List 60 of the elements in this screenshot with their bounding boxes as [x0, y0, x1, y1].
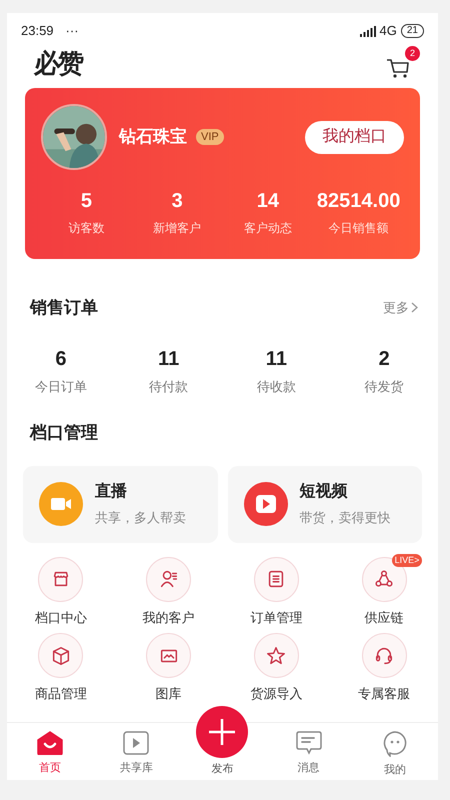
more-link[interactable]: 更多	[383, 298, 418, 318]
menu-item[interactable]: 商品管理	[7, 633, 115, 704]
order-label: 待收款	[256, 378, 296, 396]
play-icon	[123, 731, 150, 755]
cart-badge: 2	[405, 46, 420, 61]
video-camera-icon	[39, 482, 83, 526]
publish-tab[interactable]: 发布	[196, 706, 248, 781]
status-dots: ···	[66, 22, 79, 40]
stat-value: 3	[172, 189, 183, 214]
play-icon	[244, 482, 288, 526]
star-icon	[265, 644, 288, 666]
order-count: 11	[158, 346, 180, 370]
chat-bubble-icon	[382, 731, 407, 757]
menu-item[interactable]: 档口中心	[7, 556, 115, 627]
stat-label: 新增客户	[153, 220, 202, 237]
app-logo: 必赞	[34, 46, 82, 80]
menu-item[interactable]: LIVE> 供应链	[330, 556, 438, 627]
card-title: 短视频	[300, 481, 348, 502]
my-stall-button[interactable]: 我的档口	[305, 120, 404, 154]
message-icon	[296, 731, 322, 755]
section-title: 销售订单	[30, 297, 98, 319]
plus-icon	[196, 706, 248, 758]
feature-card[interactable]: 短视频 带货，卖得更快	[228, 466, 422, 542]
battery-indicator: 21	[400, 24, 424, 38]
order-label: 待付款	[149, 378, 188, 396]
menu-item[interactable]: 专属客服	[330, 633, 438, 704]
tab-item[interactable]: 首页	[7, 723, 94, 781]
status-time: 23:59	[21, 22, 54, 40]
store-name: 钻石珠宝	[119, 126, 187, 148]
stat-label: 今日销售额	[328, 220, 389, 237]
vip-badge: VIP	[196, 129, 224, 145]
stat-label: 访客数	[68, 220, 104, 237]
menu-item[interactable]: 订单管理	[222, 556, 330, 627]
order-count: 6	[55, 346, 66, 370]
menu-item[interactable]: 图库	[114, 633, 222, 704]
stat-value: 14	[256, 189, 279, 214]
order-count: 2	[378, 346, 390, 370]
menu-item[interactable]: 我的客户	[114, 556, 222, 627]
stat-value: 82514.00	[316, 189, 400, 214]
order-label: 今日订单	[34, 378, 87, 396]
cart-icon	[386, 56, 410, 78]
live-badge: LIVE>	[392, 554, 422, 566]
network-label: 4G	[380, 22, 397, 40]
order-count: 11	[266, 346, 287, 370]
card-title: 直播	[95, 482, 128, 502]
tab-item[interactable]: 消息	[266, 723, 352, 781]
tab-item[interactable]: 我的	[352, 723, 438, 781]
signal-icon	[360, 26, 376, 36]
feature-card[interactable]: 直播 共享，多人帮卖	[23, 466, 218, 542]
home-icon	[37, 731, 64, 755]
order-label: 待发货	[364, 378, 404, 396]
stat-label: 客户动态	[244, 220, 292, 237]
card-subtitle: 共享，多人帮卖	[95, 509, 186, 528]
card-subtitle: 带货，卖得更快	[300, 509, 390, 528]
tab-item[interactable]: 共享库	[93, 723, 180, 781]
menu-item[interactable]: 货源导入	[222, 633, 330, 704]
section-title: 档口管理	[28, 422, 98, 444]
cart-button[interactable]: 2	[386, 46, 420, 80]
chevron-right-icon	[411, 302, 418, 314]
stat-value: 5	[80, 189, 92, 214]
